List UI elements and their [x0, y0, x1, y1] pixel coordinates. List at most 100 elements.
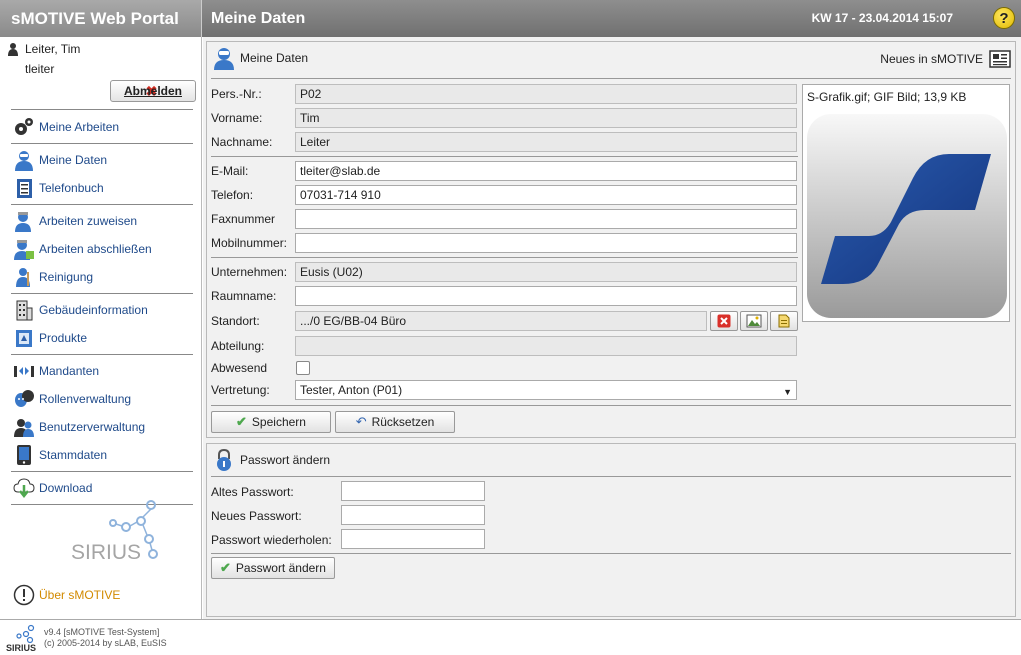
divider — [11, 354, 193, 355]
users-icon — [13, 416, 35, 438]
old-password-label: Altes Passwort: — [211, 485, 294, 499]
image-caption: S-Grafik.gif; GIF Bild; 13,9 KB — [807, 90, 967, 104]
document-icon — [778, 314, 790, 328]
old-password-field[interactable] — [341, 481, 485, 501]
divider — [211, 476, 1011, 477]
unternehmen-label: Unternehmen: — [211, 265, 288, 279]
week-date-display: KW 17 - 23.04.2014 15:07 — [811, 11, 953, 25]
divider — [11, 471, 193, 472]
user-name: Leiter, Tim — [25, 42, 81, 56]
telefon-field[interactable]: 07031-714 910 — [295, 185, 797, 205]
abwesend-label: Abwesend — [211, 361, 268, 375]
abteilung-field — [295, 336, 797, 356]
divider — [211, 156, 798, 157]
sidebar-item-mandanten[interactable]: Mandanten — [13, 360, 99, 382]
vorname-label: Vorname: — [211, 111, 263, 125]
worker-assign-icon — [13, 210, 35, 232]
copyright-text: (c) 2005-2014 by sLAB, EuSIS — [44, 638, 167, 648]
standort-document-button[interactable] — [770, 311, 798, 331]
logout-label: Abmelden — [123, 84, 182, 98]
divider — [211, 553, 1011, 554]
undo-icon: ↶ — [355, 414, 367, 429]
check-icon: ✔ — [220, 560, 231, 575]
news-link[interactable]: Neues in sMOTIVE — [880, 50, 1011, 68]
app-footer: SIRIUS v9.4 [sMOTIVE Test-System] (c) 20… — [0, 619, 1021, 655]
divider — [11, 109, 193, 110]
about-link[interactable]: Über sMOTIVE — [13, 584, 120, 606]
delete-icon — [717, 314, 731, 328]
password-title: Passwort ändern — [240, 453, 331, 467]
sidebar-item-stammdaten[interactable]: Stammdaten — [13, 444, 107, 466]
sidebar-item-produkte[interactable]: Produkte — [13, 327, 87, 349]
panel-title: Meine Daten — [240, 51, 309, 65]
sidebar-item-label: Mandanten — [39, 364, 100, 378]
sidebar-item-label: Arbeiten abschließen — [39, 242, 152, 256]
select-standort-button[interactable] — [740, 311, 768, 331]
sidebar: Leiter, Tim tleiter ✖ Abmelden Meine Arb… — [3, 37, 202, 619]
reset-button[interactable]: ↶ Rücksetzen — [335, 411, 455, 433]
standort-field[interactable]: .../0 EG/BB-04 Büro — [295, 311, 707, 331]
logout-button[interactable]: ✖ Abmelden — [110, 80, 196, 102]
newspaper-icon — [989, 50, 1011, 68]
sidebar-item-label: Stammdaten — [39, 448, 108, 462]
sidebar-item-benutzerverwaltung[interactable]: Benutzerverwaltung — [13, 416, 145, 438]
page-title: Meine Daten — [211, 9, 306, 27]
panel-header: Meine Daten — [212, 46, 308, 70]
sidebar-item-telefonbuch[interactable]: Telefonbuch — [13, 177, 104, 199]
sidebar-item-arbeiten-zuweisen[interactable]: Arbeiten zuweisen — [13, 210, 137, 232]
raum-label: Raumname: — [211, 289, 277, 303]
sidebar-item-reinigung[interactable]: Reinigung — [13, 266, 93, 288]
sirius-logo-text: SIRIUS — [71, 541, 141, 564]
worker-done-icon — [13, 238, 35, 260]
email-field[interactable]: tleiter@slab.de — [295, 161, 797, 181]
app-brand: sMOTIVE Web Portal — [0, 0, 201, 37]
help-icon[interactable]: ? — [993, 7, 1015, 29]
save-button[interactable]: ✔ Speichern — [211, 411, 331, 433]
repeat-password-field[interactable] — [341, 529, 485, 549]
abteilung-label: Abteilung: — [211, 339, 265, 353]
info-icon — [13, 584, 35, 606]
change-password-button[interactable]: ✔ Passwort ändern — [211, 557, 335, 579]
sidebar-item-label: Benutzerverwaltung — [39, 420, 146, 434]
image-preview[interactable]: S-Grafik.gif; GIF Bild; 13,9 KB — [802, 84, 1010, 322]
clients-icon — [13, 360, 35, 382]
vertretung-label: Vertretung: — [211, 383, 270, 397]
image-folder-icon — [746, 314, 762, 328]
sidebar-item-label: Telefonbuch — [39, 181, 104, 195]
clear-standort-button[interactable] — [710, 311, 738, 331]
divider — [211, 257, 798, 258]
sirius-small-logo: SIRIUS — [6, 624, 36, 652]
personal-data-panel: Meine Daten Neues in sMOTIVE Pers.-Nr.: … — [206, 41, 1016, 438]
sidebar-item-meine-daten[interactable]: Meine Daten — [13, 149, 107, 171]
new-password-label: Neues Passwort: — [211, 509, 302, 523]
persnr-field: P02 — [295, 84, 797, 104]
vertretung-select[interactable]: Tester, Anton (P01) ▼ — [295, 380, 797, 400]
abwesend-checkbox[interactable] — [296, 361, 310, 375]
divider — [211, 78, 1011, 79]
sidebar-item-gebaeudeinformation[interactable]: Gebäudeinformation — [13, 299, 148, 321]
dropdown-arrow-icon: ▼ — [783, 387, 792, 397]
raum-field[interactable] — [295, 286, 797, 306]
fax-label: Faxnummer — [211, 212, 276, 226]
sidebar-item-rollenverwaltung[interactable]: Rollenverwaltung — [13, 388, 131, 410]
fax-field[interactable] — [295, 209, 797, 229]
footer-logo-text: SIRIUS — [6, 643, 36, 652]
repeat-password-label: Passwort wiederholen: — [211, 533, 332, 547]
sidebar-item-label: Download — [39, 481, 93, 495]
divider — [11, 204, 193, 205]
main-content: Meine Daten Neues in sMOTIVE Pers.-Nr.: … — [203, 37, 1021, 619]
sidebar-item-download[interactable]: Download — [13, 477, 92, 499]
master-data-icon — [13, 444, 35, 466]
user-icon — [13, 149, 35, 171]
sidebar-item-arbeiten-abschliessen[interactable]: Arbeiten abschließen — [13, 238, 152, 260]
vorname-field: Tim — [295, 108, 797, 128]
reset-label: Rücksetzen — [371, 415, 435, 429]
divider — [211, 405, 1011, 406]
user-login: tleiter — [25, 62, 55, 76]
divider — [11, 143, 193, 144]
mobil-field[interactable] — [295, 233, 797, 253]
current-user: Leiter, Tim — [7, 42, 80, 56]
version-info: v9.4 [sMOTIVE Test-System] (c) 2005-2014… — [44, 627, 167, 649]
new-password-field[interactable] — [341, 505, 485, 525]
sidebar-item-meine-arbeiten[interactable]: Meine Arbeiten — [13, 116, 119, 138]
